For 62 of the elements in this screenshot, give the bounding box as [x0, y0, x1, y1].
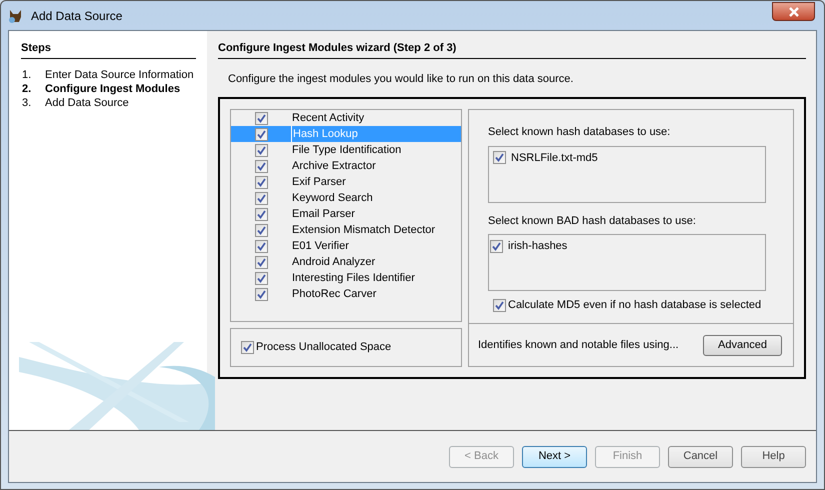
module-description: Identifies known and notable files using...: [478, 338, 679, 353]
panel-title: Configure Ingest Modules wizard (Step 2 of 3): [218, 40, 806, 58]
module-label: Android Analyzer: [291, 255, 376, 270]
module-row[interactable]: E01 Verifier: [231, 238, 461, 254]
checkbox[interactable]: [254, 288, 268, 300]
wizard-button[interactable]: Cancel: [668, 446, 733, 468]
module-label: Recent Activity: [291, 111, 364, 126]
checkbox[interactable]: [254, 240, 268, 252]
module-label: File Type Identification: [291, 143, 402, 158]
module-row[interactable]: Extension Mismatch Detector: [231, 222, 461, 238]
known-hash-label: Select known hash databases to use:: [488, 125, 672, 140]
module-label: Email Parser: [291, 207, 355, 222]
checkbox[interactable]: [254, 128, 268, 140]
checkbox[interactable]: [490, 240, 503, 253]
wizard-button[interactable]: Help: [741, 446, 806, 468]
step-number: 1.: [21, 68, 32, 84]
step-label: Add Data Source: [45, 96, 129, 112]
close-button[interactable]: [772, 2, 815, 21]
checkbox[interactable]: [493, 151, 506, 164]
panel-description: Configure the ingest modules you would like to run on this data source.: [228, 72, 574, 86]
module-row[interactable]: Recent Activity: [231, 110, 461, 126]
module-row[interactable]: Keyword Search: [231, 190, 461, 206]
module-label: E01 Verifier: [291, 239, 349, 254]
module-label: Hash Lookup: [291, 126, 358, 142]
module-label: Interesting Files Identifier: [291, 271, 415, 286]
module-row[interactable]: Interesting Files Identifier: [231, 270, 461, 286]
advanced-button[interactable]: Advanced: [703, 334, 782, 356]
checkbox[interactable]: [254, 256, 268, 268]
step-label: Enter Data Source Information: [45, 68, 194, 84]
module-label: Exif Parser: [291, 175, 346, 190]
module-label: PhotoRec Carver: [291, 287, 376, 302]
wizard-button[interactable]: Next >: [522, 446, 587, 468]
module-label: Archive Extractor: [291, 159, 376, 174]
checkbox[interactable]: [254, 176, 268, 188]
checkbox-label: Calculate MD5 even if no hash database is selected: [508, 298, 762, 313]
steps-heading: Steps: [21, 40, 196, 58]
checkbox-label: Process Unallocated Space: [256, 340, 392, 356]
module-label: Keyword Search: [291, 191, 373, 206]
checkbox[interactable]: [493, 298, 506, 312]
step-number: 2.: [21, 82, 32, 98]
module-row[interactable]: Email Parser: [231, 206, 461, 222]
checkbox[interactable]: [254, 160, 268, 172]
module-row[interactable]: Android Analyzer: [231, 254, 461, 270]
checkbox[interactable]: [254, 208, 268, 220]
bad-hash-label: Select known BAD hash databases to use:: [488, 214, 697, 228]
checkbox[interactable]: [254, 112, 268, 124]
checkbox[interactable]: [254, 144, 268, 156]
step-number: 3.: [21, 96, 32, 112]
module-row[interactable]: Archive Extractor: [231, 158, 461, 174]
module-label: Extension Mismatch Detector: [291, 223, 436, 238]
checkbox[interactable]: [254, 192, 268, 204]
step-label: Configure Ingest Modules: [45, 82, 180, 98]
checkbox[interactable]: [254, 224, 268, 236]
checkbox[interactable]: [241, 341, 254, 354]
module-row[interactable]: File Type Identification: [231, 142, 461, 158]
module-row[interactable]: PhotoRec Carver: [231, 286, 461, 302]
checkbox[interactable]: [254, 272, 268, 284]
window-title: Add Data Source: [31, 8, 122, 24]
database-label: irish-hashes: [508, 239, 568, 254]
database-label: NSRLFile.txt-md5: [511, 150, 598, 166]
module-row[interactable]: Exif Parser: [231, 174, 461, 190]
close-icon: [788, 6, 800, 16]
